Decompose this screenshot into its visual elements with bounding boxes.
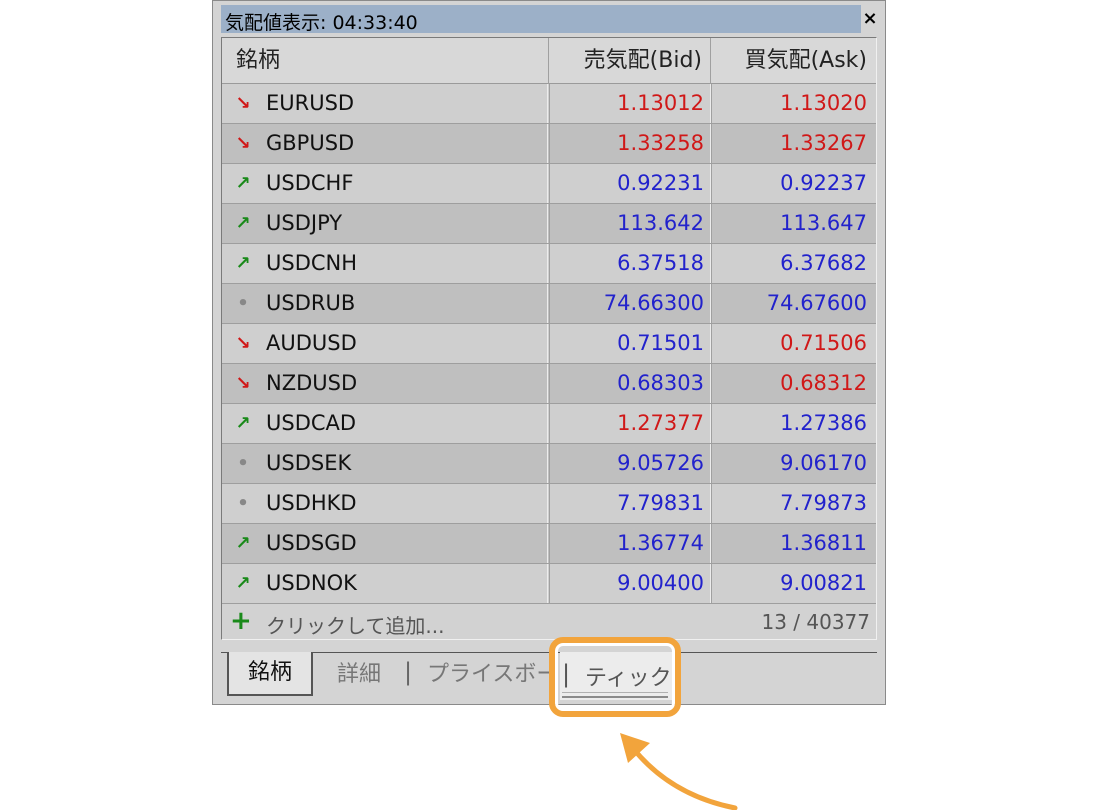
ask-cell: 0.68312 bbox=[711, 364, 875, 403]
table-row[interactable]: ↗ USDCAD 1.27377 1.27386 bbox=[222, 404, 876, 444]
bid-cell: 74.66300 bbox=[549, 284, 711, 323]
ask-cell: 113.647 bbox=[711, 204, 875, 243]
ask-cell: 9.00821 bbox=[711, 564, 875, 603]
bid-cell: 113.642 bbox=[549, 204, 711, 243]
bid-cell: 0.92231 bbox=[549, 164, 711, 203]
ask-cell: 74.67600 bbox=[711, 284, 875, 323]
bid-cell: 0.68303 bbox=[549, 364, 711, 403]
table-row[interactable]: ↘ GBPUSD 1.33258 1.33267 bbox=[222, 124, 876, 164]
trend-up-icon: ↗ bbox=[235, 573, 251, 594]
trend-down-icon: ↘ bbox=[235, 93, 251, 114]
symbol-cell: USDSGD bbox=[266, 524, 548, 563]
ask-cell: 1.27386 bbox=[711, 404, 875, 443]
table-row[interactable]: • USDRUB 74.66300 74.67600 bbox=[222, 284, 876, 324]
table-row[interactable]: ↘ NZDUSD 0.68303 0.68312 bbox=[222, 364, 876, 404]
column-header-symbol[interactable]: 銘柄 bbox=[222, 38, 549, 84]
table-row[interactable]: ↗ USDCHF 0.92231 0.92237 bbox=[222, 164, 876, 204]
trend-up-icon: ↗ bbox=[235, 173, 251, 194]
bid-cell: 6.37518 bbox=[549, 244, 711, 283]
tick-tab-highlight bbox=[549, 637, 681, 717]
tab-separator: | bbox=[404, 658, 413, 686]
trend-up-icon: ↗ bbox=[235, 533, 251, 554]
bid-cell: 1.33258 bbox=[549, 124, 711, 163]
bid-cell: 9.05726 bbox=[549, 444, 711, 483]
symbol-cell: GBPUSD bbox=[266, 124, 548, 163]
symbol-count: 13 / 40377 bbox=[761, 610, 870, 634]
trend-down-icon: ↘ bbox=[235, 133, 251, 154]
bid-cell: 7.79831 bbox=[549, 484, 711, 523]
window-title: 気配値表示: 04:33:40 bbox=[225, 12, 418, 34]
bid-cell: 9.00400 bbox=[549, 564, 711, 603]
symbol-cell: USDHKD bbox=[266, 484, 548, 523]
symbol-cell: NZDUSD bbox=[266, 364, 548, 403]
trend-up-icon: ↗ bbox=[235, 413, 251, 434]
ask-cell: 7.79873 bbox=[711, 484, 875, 523]
trend-down-icon: ↘ bbox=[235, 333, 251, 354]
table-row[interactable]: ↗ USDCNH 6.37518 6.37682 bbox=[222, 244, 876, 284]
table-row[interactable]: • USDSEK 9.05726 9.06170 bbox=[222, 444, 876, 484]
symbol-cell: USDRUB bbox=[266, 284, 548, 323]
symbol-cell: USDNOK bbox=[266, 564, 548, 603]
ask-cell: 1.33267 bbox=[711, 124, 875, 163]
bid-cell: 1.36774 bbox=[549, 524, 711, 563]
table-row[interactable]: ↗ USDSGD 1.36774 1.36811 bbox=[222, 524, 876, 564]
trend-flat-icon: • bbox=[237, 293, 249, 314]
add-symbol-link[interactable]: クリックして追加... bbox=[266, 610, 444, 639]
trend-up-icon: ↗ bbox=[235, 213, 251, 234]
trend-up-icon: ↗ bbox=[235, 253, 251, 274]
symbol-cell: USDCAD bbox=[266, 404, 548, 443]
symbol-cell: USDCNH bbox=[266, 244, 548, 283]
symbol-cell: USDJPY bbox=[266, 204, 548, 243]
ask-cell: 6.37682 bbox=[711, 244, 875, 283]
table-row[interactable]: • USDHKD 7.79831 7.79873 bbox=[222, 484, 876, 524]
plus-icon: + bbox=[230, 606, 252, 636]
table-row[interactable]: ↗ USDNOK 9.00400 9.00821 bbox=[222, 564, 876, 604]
trend-down-icon: ↘ bbox=[235, 373, 251, 394]
bid-cell: 0.71501 bbox=[549, 324, 711, 363]
tab-symbols[interactable]: 銘柄 bbox=[227, 652, 313, 696]
tab-price-board[interactable]: プライスボード bbox=[427, 656, 555, 694]
column-header-bid[interactable]: 売気配(Bid) bbox=[549, 38, 711, 84]
table-row[interactable]: ↘ EURUSD 1.13012 1.13020 bbox=[222, 84, 876, 124]
quotes-table: 銘柄 売気配(Bid) 買気配(Ask) ↘ EURUSD 1.13012 1.130… bbox=[221, 37, 877, 640]
add-symbol-row[interactable]: + クリックして追加... 13 / 40377 bbox=[222, 604, 876, 639]
ask-cell: 0.92237 bbox=[711, 164, 875, 203]
column-header-ask[interactable]: 買気配(Ask) bbox=[711, 38, 875, 84]
table-row[interactable]: ↗ USDJPY 113.642 113.647 bbox=[222, 204, 876, 244]
close-button[interactable]: × bbox=[859, 7, 881, 31]
bid-cell: 1.13012 bbox=[549, 84, 711, 123]
bid-cell: 1.27377 bbox=[549, 404, 711, 443]
table-row[interactable]: ↘ AUDUSD 0.71501 0.71506 bbox=[222, 324, 876, 364]
table-body: ↘ EURUSD 1.13012 1.13020 ↘ GBPUSD 1.33258 1.332… bbox=[222, 84, 876, 604]
market-watch-window: 気配値表示: 04:33:40 × 銘柄 売気配(Bid) 買気配(Ask) ↘… bbox=[212, 0, 886, 705]
table-header: 銘柄 売気配(Bid) 買気配(Ask) bbox=[222, 38, 876, 84]
ask-cell: 0.71506 bbox=[711, 324, 875, 363]
pointer-arrow-icon bbox=[620, 733, 738, 810]
symbol-cell: AUDUSD bbox=[266, 324, 548, 363]
symbol-cell: EURUSD bbox=[266, 84, 548, 123]
ask-cell: 9.06170 bbox=[711, 444, 875, 483]
tab-details[interactable]: 詳細 bbox=[329, 656, 389, 694]
title-bar[interactable]: 気配値表示: 04:33:40 bbox=[221, 5, 861, 34]
symbol-cell: USDCHF bbox=[266, 164, 548, 203]
ask-cell: 1.13020 bbox=[711, 84, 875, 123]
symbol-cell: USDSEK bbox=[266, 444, 548, 483]
trend-flat-icon: • bbox=[237, 493, 249, 514]
ask-cell: 1.36811 bbox=[711, 524, 875, 563]
trend-flat-icon: • bbox=[237, 453, 249, 474]
